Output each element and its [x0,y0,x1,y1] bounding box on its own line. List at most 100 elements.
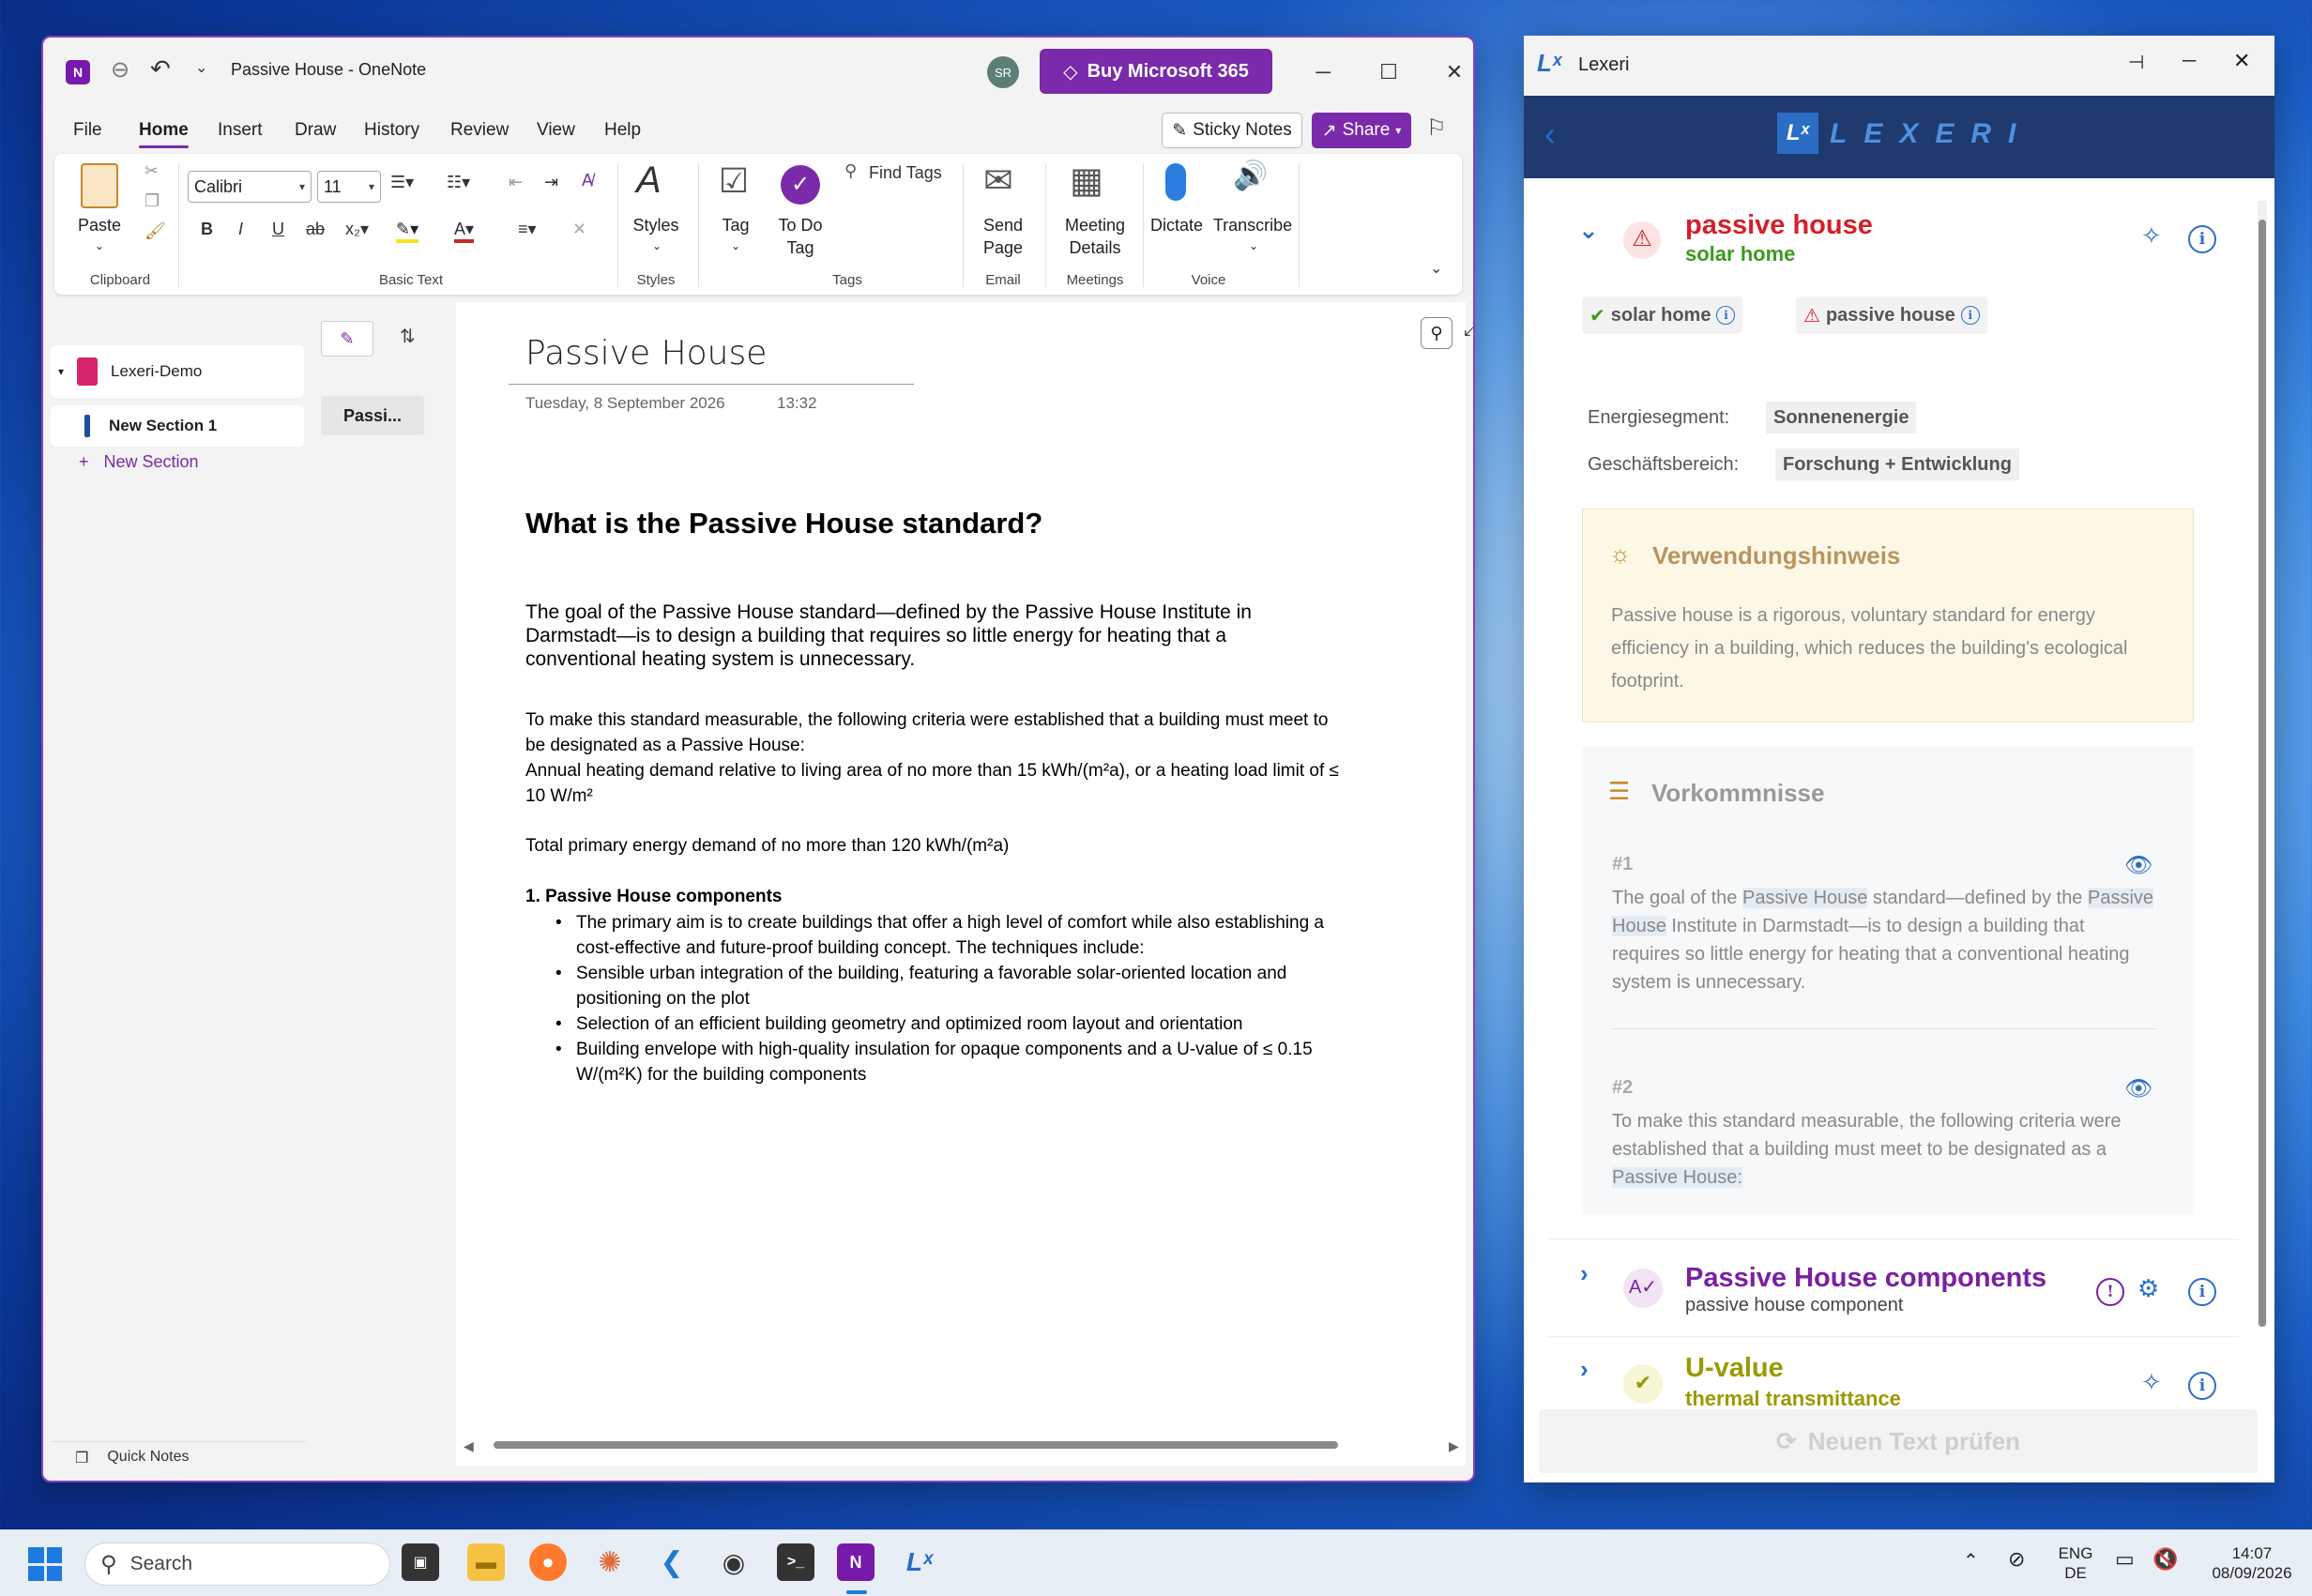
delete-icon[interactable]: ✕ [572,220,586,239]
alert-icon[interactable]: ! [2096,1278,2124,1306]
info-icon[interactable]: i [1716,306,1736,325]
chevron-right-icon[interactable]: › [1580,1259,1589,1288]
criteria-paragraph[interactable]: To make this standard measurable, the fo… [525,707,1351,758]
menu-history[interactable]: History [364,120,419,141]
scroll-left-icon[interactable]: ◀ [464,1438,474,1454]
quick-notes-button[interactable]: ❐ Quick Notes [75,1449,189,1467]
chevron-up-icon[interactable]: ⌃ [1963,1549,1979,1573]
list-item[interactable]: Building envelope with high-quality insu… [555,1037,1353,1087]
italic-button[interactable]: I [238,220,243,239]
section-item[interactable]: New Section 1 [51,405,304,447]
chevron-right-icon[interactable]: › [1580,1355,1589,1384]
expand-icon[interactable]: ⤢ [1464,319,1473,341]
firefox-icon[interactable]: ● [529,1543,567,1581]
menu-review[interactable]: Review [450,120,509,141]
transcribe-button[interactable]: Transcribe [1210,214,1295,236]
close-button[interactable]: ✕ [1436,56,1473,88]
cut-icon[interactable]: ✂ [144,161,159,181]
avatar[interactable]: SR [987,56,1019,88]
vpn-icon[interactable]: ◉ [715,1543,753,1581]
chip-forbidden-term[interactable]: ⚠ passive house i [1796,296,1987,334]
tag-button[interactable]: Tag [707,214,764,236]
align-icon[interactable]: ≡▾ [518,220,537,239]
term-subtitle[interactable]: thermal transmittance [1685,1387,1901,1411]
term-title[interactable]: U-value [1685,1353,1784,1384]
search-icon[interactable]: ⚲ [1421,317,1453,349]
list-item[interactable]: The primary aim is to create buildings t… [555,910,1353,961]
strikethrough-button[interactable]: ab [306,220,325,239]
format-painter-icon[interactable]: 🖌 [144,221,166,241]
occurrence-text[interactable]: To make this standard measurable, the fo… [1612,1107,2156,1192]
todo-tag-label-2[interactable]: Tag [768,236,833,259]
network-icon[interactable]: ▭ [2115,1547,2135,1572]
terminal-icon[interactable]: >_ [777,1543,814,1581]
bold-button[interactable]: B [201,220,213,239]
sparkle-icon[interactable]: ✧ [2141,221,2162,251]
todo-tag-label-1[interactable]: To Do [768,214,833,236]
menu-help[interactable]: Help [604,120,641,141]
font-color-icon[interactable]: A▾ [454,220,475,243]
eye-icon[interactable]: 👁 [2124,1075,2152,1102]
sticky-notes-button[interactable]: ✎ Sticky Notes [1162,113,1302,148]
bullets-icon[interactable]: ☰▾ [390,173,414,192]
menu-view[interactable]: View [537,120,575,141]
font-family-select[interactable]: Calibri ▾ [188,171,312,203]
minimize-button[interactable]: ─ [1304,56,1342,88]
share-button[interactable]: ↗ Share ▾ [1312,113,1411,148]
chevron-down-icon[interactable]: ⌄ [647,235,666,257]
language-indicator[interactable]: ENG DE [2055,1543,2096,1583]
add-page-icon[interactable]: ✎ [321,321,373,357]
underline-button[interactable]: U [272,220,284,239]
term-subtitle[interactable]: passive house component [1685,1295,1903,1316]
menu-draw[interactable]: Draw [295,120,336,141]
buy-microsoft-365-button[interactable]: ◇ Buy Microsoft 365 [1040,49,1272,94]
customize-toolbar-icon[interactable]: ⌄ [195,58,207,77]
numbering-icon[interactable]: ☷▾ [447,173,470,192]
components-heading[interactable]: 1. Passive House components [525,884,1351,909]
page-title[interactable]: Passive House [525,334,767,372]
chip-allowed-term[interactable]: ✔ solar home i [1582,296,1743,334]
sync-off-icon[interactable]: ⊘ [2008,1547,2025,1572]
back-icon[interactable]: ⊖ [111,56,129,84]
taskbar-search[interactable]: ⚲ Search [84,1543,390,1586]
paste-button[interactable]: Paste [71,214,128,236]
vscode-icon[interactable]: ❮ [653,1543,691,1581]
highlight-icon[interactable]: ✎▾ [396,220,419,243]
page-heading[interactable]: What is the Passive House standard? [525,507,1042,540]
task-view-icon[interactable]: ▣ [402,1543,439,1581]
term-title[interactable]: passive house [1685,210,1873,241]
scroll-right-icon[interactable]: ▶ [1449,1438,1459,1454]
maximize-button[interactable]: ☐ [1370,56,1407,88]
decrease-indent-icon[interactable]: ⇤ [509,173,523,192]
font-size-select[interactable]: 11 ▾ [317,171,381,203]
speaker-muted-icon[interactable]: 🔇 [2152,1547,2178,1572]
minimize-button[interactable]: ─ [2183,51,2196,72]
clock[interactable]: 14:07 08/09/2026 [2196,1543,2308,1583]
subscript-button[interactable]: x₂▾ [345,220,369,239]
menu-home[interactable]: Home [139,120,189,148]
onenote-taskbar-icon[interactable]: N [837,1543,875,1581]
info-icon[interactable]: i [2188,225,2216,253]
paste-dropdown-icon[interactable]: ⌄ [90,235,109,257]
scrollbar-thumb[interactable] [2259,220,2266,1327]
meeting-details-label-2[interactable]: Details [1053,236,1137,259]
intro-paragraph[interactable]: The goal of the Passive House standard—d… [525,600,1332,671]
settings-doc-icon[interactable]: ⚙ [2137,1274,2159,1303]
info-icon[interactable]: i [2188,1372,2216,1400]
feedback-icon[interactable]: ⚐ [1426,114,1447,142]
chevron-down-icon[interactable]: ⌄ [1244,235,1263,257]
close-button[interactable]: ✕ [2233,49,2250,73]
sort-pages-icon[interactable]: ⇅ [400,325,416,348]
clear-formatting-icon[interactable]: A̸ [582,171,593,190]
info-icon[interactable]: i [1960,306,1980,325]
send-page-label-1[interactable]: Send [970,214,1036,236]
info-icon[interactable]: i [2188,1278,2216,1306]
lexeri-taskbar-icon[interactable]: Lˣ [901,1543,938,1581]
heating-paragraph[interactable]: Annual heating demand relative to living… [525,758,1351,809]
primary-energy-paragraph[interactable]: Total primary energy demand of no more t… [525,833,1351,859]
notebook-item[interactable]: ▾ Lexeri-Demo [51,345,304,398]
page-tab[interactable]: Passi... [321,396,424,435]
eye-icon[interactable]: 👁 [2124,852,2152,879]
send-page-label-2[interactable]: Page [970,236,1036,259]
increase-indent-icon[interactable]: ⇥ [544,173,558,192]
